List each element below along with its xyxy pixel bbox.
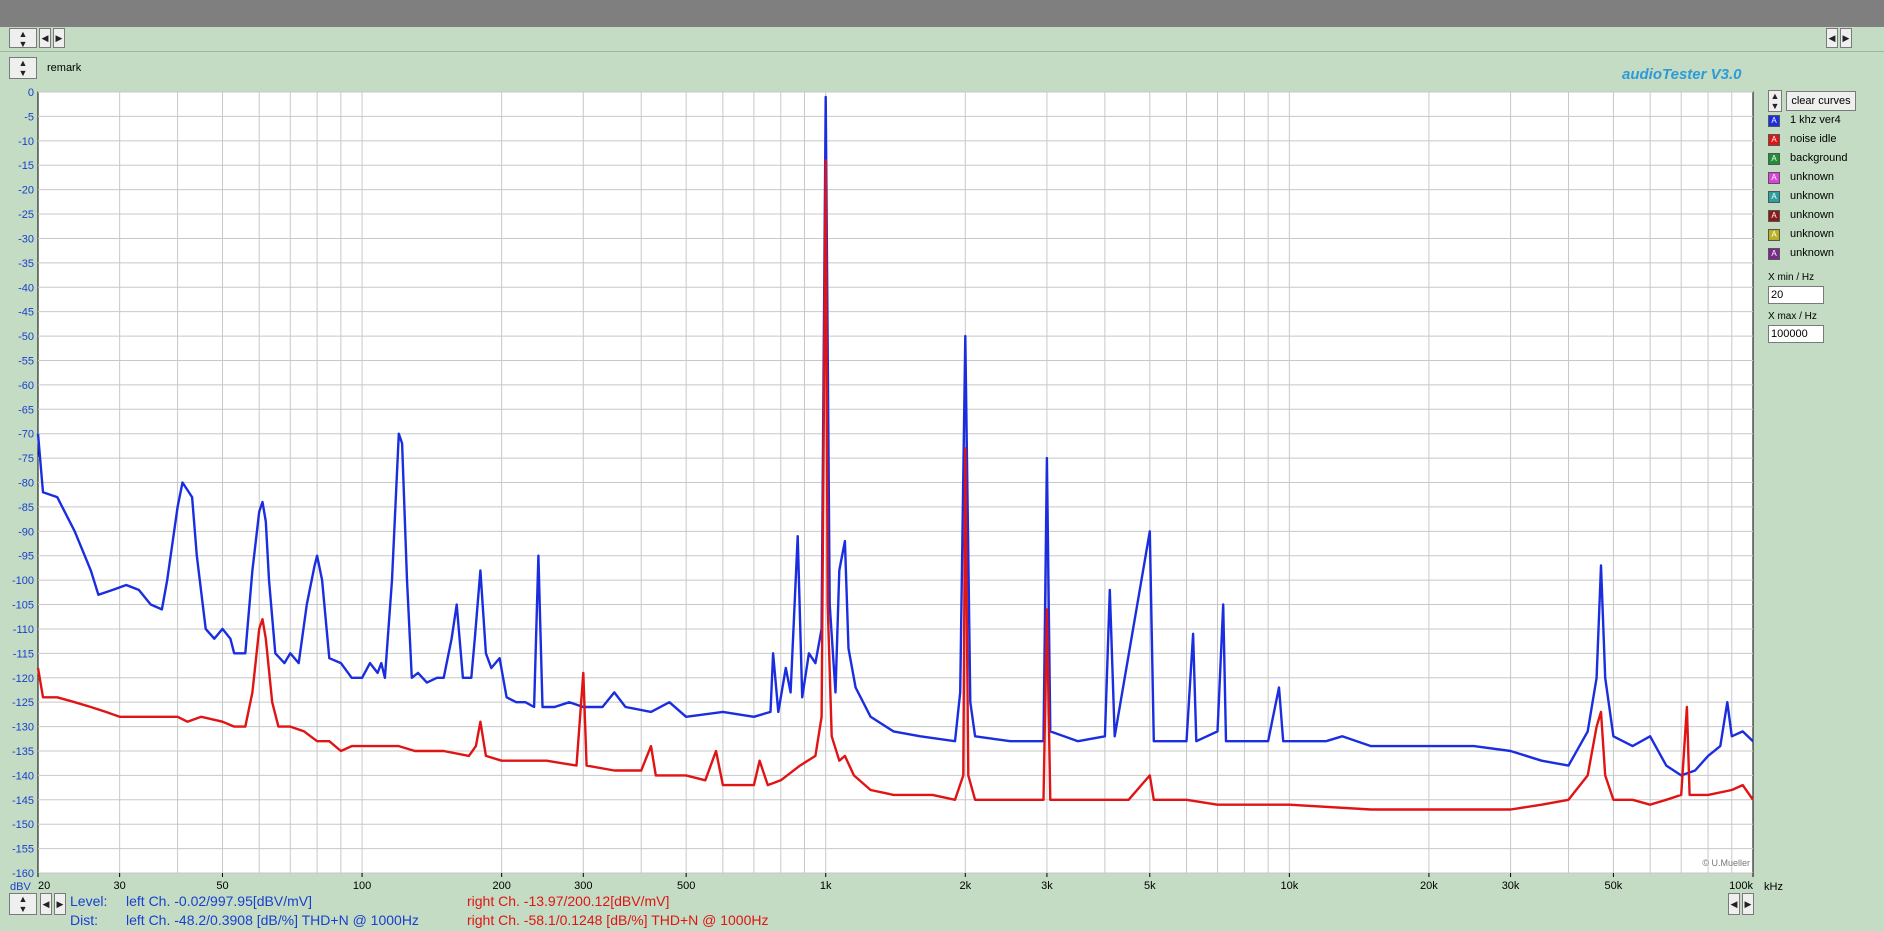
y-tick-label: -105	[12, 600, 34, 612]
y-tick-label: 0	[28, 87, 34, 99]
y-tick-label: -35	[18, 258, 34, 270]
legend-swatch-icon[interactable]: A	[1768, 191, 1780, 203]
y-tick-label: -65	[18, 404, 34, 416]
y-tick-label: -5	[24, 111, 34, 123]
y-tick-label: -140	[12, 770, 34, 782]
legend-label: unknown	[1790, 247, 1835, 259]
y-tick-label: -50	[18, 331, 34, 343]
x-tick-label: 30	[114, 880, 126, 892]
clear-spin-icon[interactable]: ▲ ▼	[1768, 90, 1782, 112]
y-tick-label: -120	[12, 673, 34, 685]
x-tick-label: 3k	[1041, 880, 1053, 892]
y-tick-label: -70	[18, 429, 34, 441]
y-tick-label: -55	[18, 355, 34, 367]
clear-curves-button[interactable]: clear curves	[1786, 91, 1856, 111]
y-tick-label: -10	[18, 136, 34, 148]
status-left-icon[interactable]: ◀	[40, 893, 52, 915]
legend-swatch-icon[interactable]: A	[1768, 134, 1780, 146]
x-tick-label: 100	[353, 880, 371, 892]
x-axis-unit: kHz	[1764, 881, 1783, 893]
xmax-label: X max / Hz	[1768, 311, 1817, 322]
y-tick-label: -150	[12, 819, 34, 831]
legend-swatch-icon[interactable]: A	[1768, 210, 1780, 222]
y-tick-label: -155	[12, 844, 34, 856]
x-tick-label: 20	[38, 880, 50, 892]
x-tick-label: 30k	[1502, 880, 1520, 892]
y-tick-label: -130	[12, 722, 34, 734]
y-tick-label: -110	[13, 624, 34, 636]
y-tick-label: -135	[12, 746, 34, 758]
x-tick-label: 1k	[820, 880, 832, 892]
legend-label: noise idle	[1790, 133, 1837, 145]
x-tick-label: 50k	[1605, 880, 1623, 892]
y-tick-label: -145	[12, 795, 34, 807]
y-tick-label: -25	[18, 209, 34, 221]
y-tick-label: -95	[18, 551, 34, 563]
y-tick-label: -15	[18, 160, 34, 172]
y-tick-label: -45	[18, 307, 34, 319]
xmin-label: X min / Hz	[1768, 272, 1815, 283]
y-tick-label: -100	[12, 575, 34, 587]
x-tick-label: 300	[574, 880, 592, 892]
x-tick-label: 200	[492, 880, 510, 892]
copyright: © U.Mueller	[1702, 858, 1750, 868]
y-tick-label: -85	[18, 502, 34, 514]
y-tick-label: -20	[18, 185, 34, 197]
y-tick-label: -115	[13, 648, 34, 660]
y-tick-label: -125	[12, 697, 34, 709]
legend-swatch-icon[interactable]: A	[1768, 115, 1780, 127]
x-tick-label: 2k	[959, 880, 971, 892]
x-tick-label: 5k	[1144, 880, 1156, 892]
spectrum-chart: 0 -5 -10 -15 -20 -25 -30 -35 -40 -45 -50 -55 -60 -65 -…	[10, 87, 1783, 893]
status-right-icon[interactable]: ▶	[54, 893, 66, 915]
y-tick-label: -60	[18, 380, 34, 392]
legend-label: unknown	[1790, 190, 1835, 202]
x-tick-label: 100k	[1729, 880, 1753, 892]
legend-label: background	[1790, 152, 1848, 164]
dist-right-readout: right Ch. -58.1/0.1248 [dB/%] THD+N @ 10…	[467, 912, 769, 928]
y-tick-label: -160	[12, 868, 34, 880]
status-right-right-icon[interactable]: ▶	[1742, 893, 1754, 915]
legend-swatch-icon[interactable]: A	[1768, 229, 1780, 241]
y-axis-label: dBV	[10, 881, 31, 893]
x-axis-ticks: 20 30 50 100 200 300 500 1k 2k 3k 5k 10k 20k 30k 50k 10…	[37, 873, 1754, 892]
status-right-left-icon[interactable]: ◀	[1728, 893, 1740, 915]
x-tick-label: 20k	[1420, 880, 1438, 892]
y-axis-ticks: 0 -5 -10 -15 -20 -25 -30 -35 -40 -45 -50 -55 -60 -65 -…	[12, 87, 34, 880]
xmin-input[interactable]: 20	[1768, 286, 1824, 304]
legend-swatch-icon[interactable]: A	[1768, 153, 1780, 165]
y-tick-label: -40	[18, 282, 34, 294]
y-tick-label: -90	[18, 526, 34, 538]
legend-label: unknown	[1790, 228, 1835, 240]
xmax-input[interactable]: 100000	[1768, 325, 1824, 343]
x-tick-label: 50	[216, 880, 228, 892]
legend-swatch-icon[interactable]: A	[1768, 172, 1780, 184]
status-spin-icon[interactable]: ▲ ▼	[9, 893, 37, 915]
y-tick-label: -30	[18, 233, 34, 245]
level-left-readout: left Ch. -0.02/997.95[dBV/mV]	[126, 893, 312, 909]
legend-label: 1 khz ver4	[1790, 114, 1841, 126]
legend-label: unknown	[1790, 171, 1835, 183]
legend-label: unknown	[1790, 209, 1835, 221]
level-right-readout: right Ch. -13.97/200.12[dBV/mV]	[467, 893, 670, 909]
level-label: Level:	[70, 893, 108, 909]
y-tick-label: -80	[18, 478, 34, 490]
y-tick-label: -75	[18, 453, 34, 465]
x-tick-label: 500	[677, 880, 695, 892]
legend-swatch-icon[interactable]: A	[1768, 248, 1780, 260]
dist-left-readout: left Ch. -48.2/0.3908 [dB/%] THD+N @ 100…	[126, 912, 419, 928]
dist-label: Dist:	[70, 912, 98, 928]
x-tick-label: 10k	[1280, 880, 1298, 892]
